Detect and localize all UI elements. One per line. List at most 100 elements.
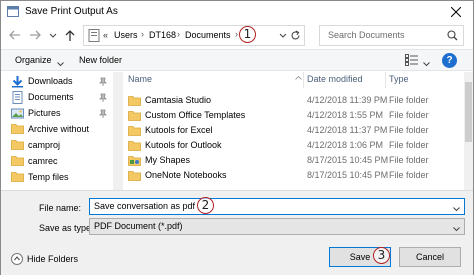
file-date: 8/17/2015 10:45 PM bbox=[307, 170, 389, 180]
pictures-icon bbox=[11, 107, 24, 122]
new-folder-button[interactable]: New folder bbox=[79, 55, 122, 65]
sort-indicator-icon bbox=[295, 72, 302, 82]
scrollbar-thumb[interactable] bbox=[465, 82, 472, 142]
breadcrumb-users[interactable]: Users bbox=[114, 30, 138, 40]
file-row[interactable]: Kutools for Excel 4/12/2018 11:37 PM Fil… bbox=[123, 124, 464, 138]
folder-icon bbox=[11, 155, 24, 168]
organize-button[interactable]: Organize bbox=[15, 55, 52, 65]
file-row[interactable]: Custom Office Templates 4/12/2018 1:55 P… bbox=[123, 109, 464, 123]
step-marker-3: 3 bbox=[373, 247, 390, 264]
chevron-up-icon bbox=[11, 253, 23, 265]
column-header-name[interactable]: Name bbox=[128, 74, 152, 84]
folder-icon bbox=[128, 95, 141, 108]
file-row[interactable]: Camtasia Studio 4/12/2018 11:39 PM File … bbox=[123, 94, 464, 108]
file-type: File folder bbox=[389, 155, 429, 165]
file-date: 4/12/2018 1:55 PM bbox=[307, 110, 384, 120]
file-name: Custom Office Templates bbox=[145, 110, 246, 120]
chevron-down-icon bbox=[279, 33, 287, 38]
search-input[interactable]: Search Documents bbox=[328, 30, 405, 40]
file-date: 4/12/2018 11:37 PM bbox=[307, 125, 388, 135]
recent-locations-button[interactable] bbox=[47, 27, 59, 43]
step-marker-1: 1 bbox=[239, 26, 256, 43]
chevron-down-icon bbox=[49, 33, 57, 38]
file-date: 8/17/2015 10:45 PM bbox=[307, 155, 389, 165]
nav-item-label: Pictures bbox=[28, 108, 61, 118]
title-bar: Save Print Output As bbox=[1, 1, 473, 23]
folder-icon bbox=[128, 140, 141, 153]
up-arrow-icon bbox=[65, 30, 75, 41]
view-details-icon bbox=[405, 54, 418, 66]
chevron-down-icon[interactable] bbox=[453, 204, 460, 214]
breadcrumb-separator[interactable]: › bbox=[141, 29, 144, 39]
file-row[interactable]: OneNote Notebooks 8/17/2015 10:45 PM Fil… bbox=[123, 169, 464, 183]
navigation-pane-scrollbar[interactable] bbox=[113, 72, 123, 190]
view-options-button[interactable] bbox=[405, 54, 419, 68]
help-icon[interactable]: ? bbox=[442, 53, 457, 68]
nav-item-temp-files[interactable]: Temp files bbox=[11, 170, 111, 186]
nav-item-label: Temp files bbox=[28, 172, 69, 182]
folder-icon bbox=[11, 123, 24, 136]
nav-item-archive[interactable]: Archive without bbox=[11, 122, 111, 138]
filename-field[interactable]: Save conversation as pdf bbox=[89, 198, 465, 215]
file-type: File folder bbox=[389, 170, 429, 180]
nav-item-downloads[interactable]: Downloads bbox=[11, 74, 111, 90]
search-box[interactable]: Search Documents bbox=[319, 25, 464, 46]
file-name: My Shapes bbox=[145, 155, 191, 165]
file-name: OneNote Notebooks bbox=[145, 170, 227, 180]
command-bar: Organize New folder ? bbox=[1, 49, 473, 71]
back-button[interactable] bbox=[7, 27, 23, 43]
breadcrumb-separator[interactable]: › bbox=[177, 29, 180, 39]
column-header-date[interactable]: Date modified bbox=[307, 74, 363, 84]
column-divider[interactable] bbox=[385, 72, 386, 88]
nav-item-camrec[interactable]: camrec bbox=[11, 154, 111, 170]
chevron-down-icon[interactable] bbox=[453, 224, 460, 234]
search-icon[interactable] bbox=[447, 30, 458, 43]
breadcrumb-documents[interactable]: Documents bbox=[185, 30, 231, 40]
nav-item-label: Documents bbox=[28, 92, 74, 102]
file-date: 4/12/2018 11:39 PM bbox=[307, 95, 388, 105]
breadcrumb-separator[interactable]: › bbox=[235, 29, 238, 39]
step-marker-2: 2 bbox=[197, 197, 214, 214]
address-dropdown-button[interactable] bbox=[279, 31, 287, 41]
dialog-icon bbox=[7, 6, 19, 17]
file-type: File folder bbox=[389, 110, 429, 120]
file-row[interactable]: My Shapes 8/17/2015 10:45 PM File folder bbox=[123, 154, 464, 168]
refresh-icon bbox=[291, 30, 300, 40]
close-button[interactable] bbox=[443, 2, 469, 22]
savetype-label: Save as type: bbox=[39, 223, 94, 233]
up-button[interactable] bbox=[63, 27, 79, 43]
cancel-button[interactable]: Cancel bbox=[399, 247, 461, 267]
folder-icon bbox=[11, 139, 24, 152]
refresh-button[interactable] bbox=[290, 30, 301, 43]
forward-arrow-icon bbox=[30, 30, 41, 40]
address-bar[interactable]: « Users › DT168 › Documents › bbox=[83, 25, 305, 46]
forward-button[interactable] bbox=[27, 27, 43, 43]
file-name: Kutools for Outlook bbox=[145, 140, 222, 150]
breadcrumb-dt168[interactable]: DT168 bbox=[149, 30, 176, 40]
savetype-select[interactable]: PDF Document (*.pdf) bbox=[89, 218, 465, 235]
hide-folders-label: Hide Folders bbox=[27, 254, 79, 264]
nav-item-documents[interactable]: Documents bbox=[11, 90, 111, 106]
savetype-value: PDF Document (*.pdf) bbox=[94, 221, 183, 231]
column-divider[interactable] bbox=[303, 72, 304, 88]
column-header-type[interactable]: Type bbox=[389, 74, 409, 84]
pin-icon bbox=[99, 77, 107, 88]
overflow-chevron-icon[interactable]: « bbox=[103, 30, 108, 40]
filename-label: File name: bbox=[39, 203, 82, 213]
chevron-down-icon[interactable] bbox=[423, 59, 430, 69]
nav-item-camproj[interactable]: camproj bbox=[11, 138, 111, 154]
nav-item-label: Archive without bbox=[28, 124, 90, 134]
folder-icon bbox=[128, 110, 141, 123]
file-list-scrollbar[interactable] bbox=[464, 72, 473, 190]
filename-value[interactable]: Save conversation as pdf bbox=[94, 201, 195, 211]
hide-folders-button[interactable]: Hide Folders bbox=[11, 253, 81, 267]
file-list: Name Date modified Type Camtasia Studio … bbox=[123, 72, 464, 190]
file-row[interactable]: Kutools for Outlook 4/12/2018 1:06 PM Fi… bbox=[123, 139, 464, 153]
nav-item-pictures[interactable]: Pictures bbox=[11, 106, 111, 122]
shapes-folder-icon bbox=[128, 155, 141, 168]
chevron-down-icon[interactable] bbox=[57, 59, 64, 69]
pin-icon bbox=[99, 93, 107, 104]
file-type: File folder bbox=[389, 95, 429, 105]
nav-item-label: Downloads bbox=[28, 76, 73, 86]
save-form: File name: Save conversation as pdf 2 Sa… bbox=[1, 190, 473, 275]
